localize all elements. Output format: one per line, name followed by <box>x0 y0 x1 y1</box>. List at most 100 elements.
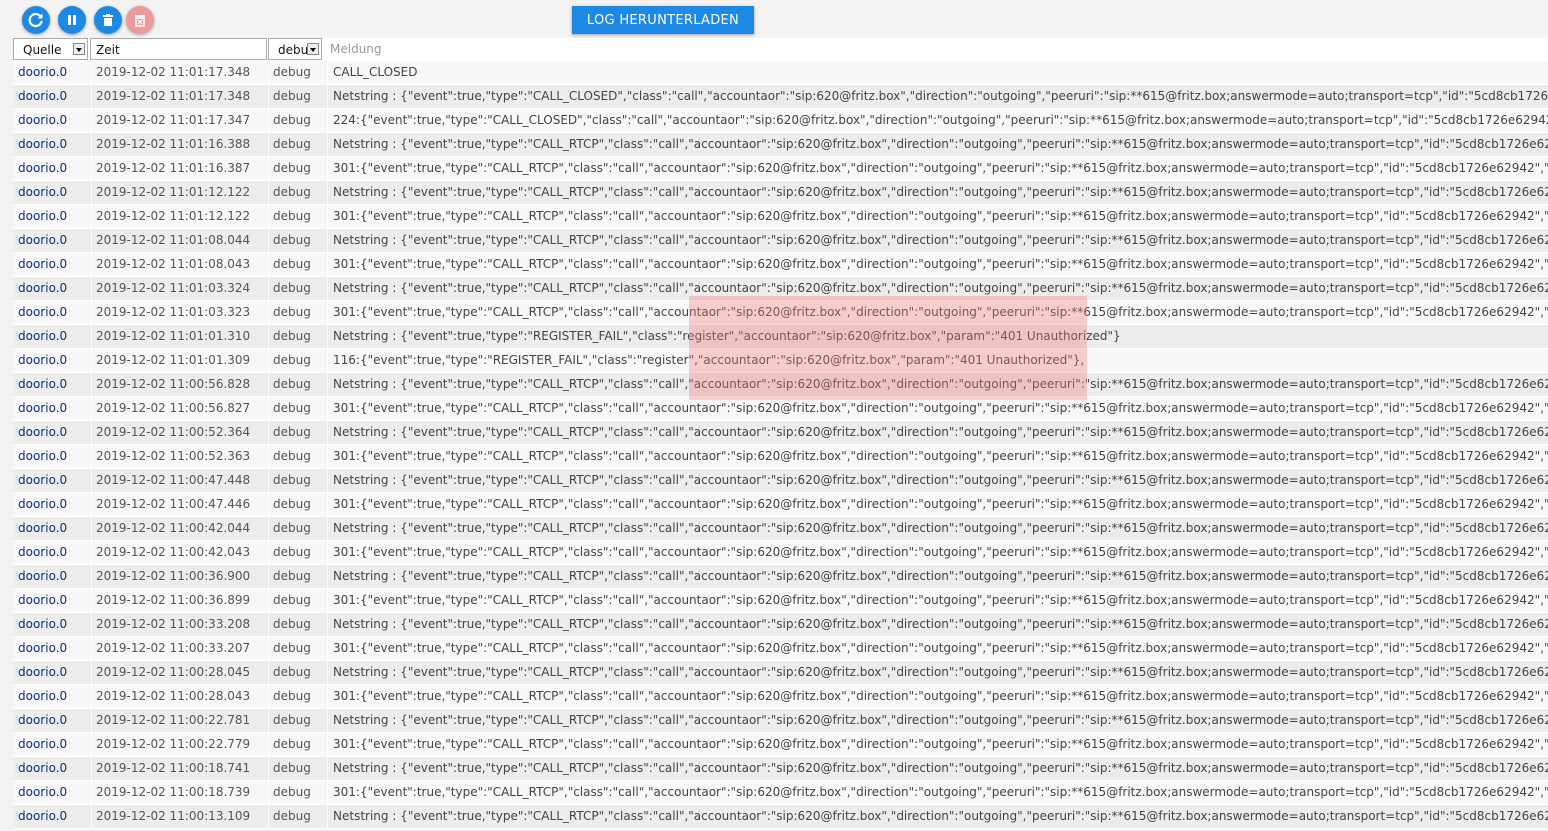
table-row: doorio.0 2019-12-02 11:00:18.741 debug Nets… <box>13 757 1548 781</box>
level-cell: debug <box>268 277 331 300</box>
level-cell: debug <box>268 661 331 684</box>
level-cell: debug <box>268 205 331 228</box>
level-cell: debug <box>268 781 331 804</box>
source-cell: doorio.0 <box>18 113 68 127</box>
table-row: doorio.0 2019-12-02 11:00:18.739 debug 301:… <box>13 781 1548 805</box>
time-cell: 2019-12-02 11:00:52.363 <box>91 445 272 468</box>
source-cell: doorio.0 <box>18 785 68 799</box>
level-cell: debug <box>268 757 331 780</box>
time-cell: 2019-12-02 11:01:12.122 <box>91 181 272 204</box>
time-cell: 2019-12-02 11:00:18.741 <box>91 757 272 780</box>
table-row: doorio.0 2019-12-02 11:01:16.387 debug 301:… <box>13 157 1548 181</box>
table-row: doorio.0 2019-12-02 11:01:08.044 debug Nets… <box>13 229 1548 253</box>
source-cell: doorio.0 <box>18 593 68 607</box>
table-row: doorio.0 2019-12-02 11:00:28.043 debug 301:… <box>13 685 1548 709</box>
message-cell: 301:{"event":true,"type":"CALL_RTCP","cl… <box>327 685 1548 708</box>
source-cell: doorio.0 <box>18 353 68 367</box>
time-cell: 2019-12-02 11:00:13.109 <box>91 805 272 828</box>
table-row: doorio.0 2019-12-02 11:01:17.348 debug CALL… <box>13 61 1548 85</box>
pause-icon <box>68 15 76 25</box>
time-cell: 2019-12-02 11:00:22.781 <box>91 709 272 732</box>
table-row: doorio.0 2019-12-02 11:00:36.899 debug 301:… <box>13 589 1548 613</box>
level-cell: debug <box>268 349 331 372</box>
source-cell: doorio.0 <box>18 713 68 727</box>
level-filter-select[interactable]: debu <box>268 38 322 60</box>
level-cell: debug <box>268 613 331 636</box>
message-cell: 301:{"event":true,"type":"CALL_RTCP","cl… <box>327 397 1548 420</box>
time-cell: 2019-12-02 11:00:42.044 <box>91 517 272 540</box>
level-cell: debug <box>268 325 331 348</box>
table-row: doorio.0 2019-12-02 11:01:03.323 debug 301:… <box>13 301 1548 325</box>
source-cell: doorio.0 <box>18 689 68 703</box>
level-cell: debug <box>268 469 331 492</box>
source-cell: doorio.0 <box>18 617 68 631</box>
table-row: doorio.0 2019-12-02 11:00:47.446 debug 301:… <box>13 493 1548 517</box>
source-cell: doorio.0 <box>18 257 68 271</box>
message-cell: 301:{"event":true,"type":"CALL_RTCP","cl… <box>327 733 1548 756</box>
time-column-label: Zeit <box>96 43 120 57</box>
table-row: doorio.0 2019-12-02 11:00:56.827 debug 301:… <box>13 397 1548 421</box>
message-cell: 301:{"event":true,"type":"CALL_RTCP","cl… <box>327 541 1548 564</box>
level-cell: debug <box>268 565 331 588</box>
message-cell: CALL_CLOSED <box>327 61 1548 84</box>
source-filter-select[interactable]: Quelle <box>13 38 88 60</box>
source-cell: doorio.0 <box>18 185 68 199</box>
level-cell: debug <box>268 397 331 420</box>
message-cell: 301:{"event":true,"type":"CALL_RTCP","cl… <box>327 637 1548 660</box>
level-cell: debug <box>268 493 331 516</box>
message-cell: Netstring : {"event":true,"type":"CALL_R… <box>327 277 1548 300</box>
time-cell: 2019-12-02 11:01:16.387 <box>91 157 272 180</box>
time-cell: 2019-12-02 11:01:12.122 <box>91 205 272 228</box>
time-cell: 2019-12-02 11:00:22.779 <box>91 733 272 756</box>
message-cell: 301:{"event":true,"type":"CALL_RTCP","cl… <box>327 445 1548 468</box>
source-cell: doorio.0 <box>18 209 68 223</box>
time-cell: 2019-12-02 11:01:03.323 <box>91 301 272 324</box>
source-cell: doorio.0 <box>18 161 68 175</box>
time-filter-input[interactable]: Zeit <box>90 38 267 60</box>
source-cell: doorio.0 <box>18 137 68 151</box>
clear-log-button[interactable] <box>94 6 122 34</box>
message-cell: Netstring : {"event":true,"type":"CALL_R… <box>327 229 1548 252</box>
source-cell: doorio.0 <box>18 329 68 343</box>
time-cell: 2019-12-02 11:00:52.364 <box>91 421 272 444</box>
refresh-button[interactable] <box>22 6 50 34</box>
table-row: doorio.0 2019-12-02 11:01:17.348 debug Nets… <box>13 85 1548 109</box>
time-cell: 2019-12-02 11:01:08.044 <box>91 229 272 252</box>
table-row: doorio.0 2019-12-02 11:00:52.363 debug 301:… <box>13 445 1548 469</box>
level-cell: debug <box>268 85 331 108</box>
time-cell: 2019-12-02 11:00:28.043 <box>91 685 272 708</box>
source-cell: doorio.0 <box>18 233 68 247</box>
level-cell: debug <box>268 253 331 276</box>
message-cell: 301:{"event":true,"type":"CALL_RTCP","cl… <box>327 301 1548 324</box>
refresh-icon <box>28 12 43 28</box>
download-log-button[interactable]: LOG HERUNTERLADEN <box>572 6 754 34</box>
level-cell: debug <box>268 421 331 444</box>
message-cell: Netstring : {"event":true,"type":"CALL_R… <box>327 469 1548 492</box>
time-cell: 2019-12-02 11:01:16.388 <box>91 133 272 156</box>
time-cell: 2019-12-02 11:01:17.348 <box>91 61 272 84</box>
message-cell: Netstring : {"event":true,"type":"CALL_R… <box>327 181 1548 204</box>
message-cell: Netstring : {"event":true,"type":"CALL_R… <box>327 565 1548 588</box>
table-row: doorio.0 2019-12-02 11:01:12.122 debug 301:… <box>13 205 1548 229</box>
level-cell: debug <box>268 301 331 324</box>
time-cell: 2019-12-02 11:01:08.043 <box>91 253 272 276</box>
table-row: doorio.0 2019-12-02 11:01:01.309 debug 116:… <box>13 349 1548 373</box>
message-cell: Netstring : {"event":true,"type":"CALL_R… <box>327 661 1548 684</box>
level-cell: debug <box>268 637 331 660</box>
table-row: doorio.0 2019-12-02 11:00:56.828 debug Nets… <box>13 373 1548 397</box>
message-cell: 301:{"event":true,"type":"CALL_RTCP","cl… <box>327 589 1548 612</box>
time-cell: 2019-12-02 11:01:17.348 <box>91 85 272 108</box>
level-cell: debug <box>268 541 331 564</box>
message-cell: Netstring : {"event":true,"type":"CALL_C… <box>327 85 1548 108</box>
time-cell: 2019-12-02 11:00:42.043 <box>91 541 272 564</box>
delete-log-button[interactable] <box>126 6 154 34</box>
level-cell: debug <box>268 133 331 156</box>
level-cell: debug <box>268 373 331 396</box>
level-cell: debug <box>268 181 331 204</box>
table-row: doorio.0 2019-12-02 11:00:33.208 debug Nets… <box>13 613 1548 637</box>
source-cell: doorio.0 <box>18 761 68 775</box>
message-filter-input[interactable]: Meldung <box>329 38 1548 60</box>
pause-button[interactable] <box>58 6 86 34</box>
trash-icon <box>103 14 113 26</box>
message-cell: Netstring : {"event":true,"type":"CALL_R… <box>327 133 1548 156</box>
